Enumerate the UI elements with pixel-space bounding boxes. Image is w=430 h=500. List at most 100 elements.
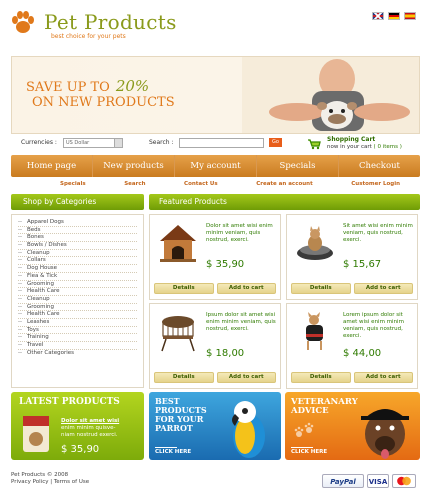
vet-click-here[interactable]: CLICK HERE bbox=[291, 449, 327, 455]
nav-home[interactable]: Home page bbox=[11, 155, 93, 177]
category-item[interactable]: Health Care bbox=[18, 288, 137, 296]
categories-list: Apparel Dogs Beds Bones Bowls / Dishes C… bbox=[11, 214, 144, 388]
product-price: $ 15,67 bbox=[343, 259, 382, 270]
flag-de-icon[interactable] bbox=[388, 12, 400, 20]
search-label: Search : bbox=[149, 139, 174, 146]
product-card: Ipsum dolor sit amet wisi enim minim ven… bbox=[149, 303, 281, 389]
nav-checkout[interactable]: Checkout bbox=[339, 155, 420, 177]
nav-new-products[interactable]: New products bbox=[93, 155, 175, 177]
subnav-customer-login[interactable]: Customer Login bbox=[351, 181, 400, 187]
main-nav: Home page New products My account Specia… bbox=[11, 155, 420, 177]
parrot-promo[interactable]: BEST PRODUCTS FOR YOUR PARROT CLICK HERE bbox=[149, 392, 281, 460]
search-go-button[interactable]: Go bbox=[269, 138, 282, 147]
parrot-title-line: PARROT bbox=[155, 423, 193, 433]
toolbar: Currencies : US Dollar Search : Go Shopp… bbox=[11, 136, 420, 152]
latest-products-promo[interactable]: LATEST PRODUCTS Dolor sit amet wisi enim… bbox=[11, 392, 144, 460]
cat-bed-image[interactable] bbox=[293, 221, 337, 265]
shopping-cart-icon[interactable] bbox=[307, 138, 321, 150]
subnav-specials[interactable]: Specials bbox=[60, 181, 86, 187]
product-description: Dolor sit amet wisi enim minim veniam, q… bbox=[206, 223, 273, 243]
parrot-click-here[interactable]: CLICK HERE bbox=[155, 449, 191, 455]
copyright-text: Pet Products © 2008 bbox=[11, 472, 69, 478]
details-button[interactable]: Details bbox=[291, 372, 351, 383]
latest-product-link[interactable]: Dolor sit amet wisi bbox=[61, 418, 141, 425]
product-price: $ 44,00 bbox=[343, 348, 382, 359]
add-to-cart-button[interactable]: Add to cart bbox=[216, 372, 276, 383]
category-item[interactable]: Dog House bbox=[18, 265, 137, 273]
category-item[interactable]: Training bbox=[18, 334, 137, 342]
language-flags bbox=[372, 12, 416, 20]
dog-house-image[interactable] bbox=[156, 221, 200, 265]
product-description: Sit amet wisi enim minim veniam, quis no… bbox=[343, 223, 413, 243]
veterinary-promo[interactable]: VETERANARY ADVICE CLICK HERE bbox=[285, 392, 420, 460]
latest-product-text-line: enim minim quisve- bbox=[61, 425, 116, 431]
chevron-down-icon[interactable] bbox=[114, 139, 122, 147]
category-item[interactable]: Grooming bbox=[18, 281, 137, 289]
banner-subline: ON NEW PRODUCTS bbox=[32, 95, 175, 110]
category-item[interactable]: Travel bbox=[18, 342, 137, 350]
category-item[interactable]: Collars bbox=[18, 257, 137, 266]
categories-header: Shop by Categories bbox=[11, 194, 144, 210]
banner-headline: SAVE UP TO 20% bbox=[26, 77, 149, 95]
add-to-cart-button[interactable]: Add to cart bbox=[216, 283, 276, 294]
site-title[interactable]: Pet Products bbox=[44, 10, 177, 34]
category-item[interactable]: Apparel Dogs bbox=[18, 219, 137, 227]
banner-percent: 20% bbox=[115, 77, 150, 95]
currency-select[interactable]: US Dollar bbox=[63, 138, 123, 148]
category-item[interactable]: Grooming bbox=[18, 304, 137, 312]
nav-specials[interactable]: Specials bbox=[257, 155, 339, 177]
category-item[interactable]: Leashes bbox=[18, 319, 137, 327]
pet-food-bag-image bbox=[23, 416, 49, 452]
parrot-image bbox=[232, 401, 265, 458]
paypal-logo: PayPal bbox=[322, 474, 364, 488]
category-item[interactable]: Toys bbox=[18, 327, 137, 335]
sub-nav: Specials Search Contact Us Create an acc… bbox=[60, 181, 400, 187]
product-price: $ 18,00 bbox=[206, 348, 245, 359]
latest-product-price: $ 35,90 bbox=[61, 444, 100, 455]
subnav-search[interactable]: Search bbox=[124, 181, 145, 187]
details-button[interactable]: Details bbox=[291, 283, 351, 294]
parrot-promo-title: BEST PRODUCTS FOR YOUR PARROT bbox=[155, 397, 207, 433]
category-item[interactable]: Bowls / Dishes bbox=[18, 242, 137, 250]
banner-save-text: SAVE UP TO bbox=[26, 80, 110, 95]
product-card: Dolor sit amet wisi enim minim veniam, q… bbox=[149, 214, 281, 300]
add-to-cart-button[interactable]: Add to cart bbox=[353, 372, 413, 383]
paw-prints-icon bbox=[294, 422, 314, 437]
currency-select-value: US Dollar bbox=[66, 140, 90, 146]
details-button[interactable]: Details bbox=[154, 372, 214, 383]
shopping-cart-title[interactable]: Shopping Cart bbox=[327, 136, 375, 143]
dog-coat-image[interactable] bbox=[293, 310, 337, 354]
product-description: Lorem ipsum dolor sit amet wisi enim min… bbox=[343, 312, 404, 339]
flag-es-icon[interactable] bbox=[404, 12, 416, 20]
currencies-label: Currencies : bbox=[21, 139, 57, 146]
subnav-create-account[interactable]: Create an account bbox=[256, 181, 312, 187]
latest-product-text-line: niam nostrud exerci. bbox=[61, 432, 118, 438]
flag-uk-icon[interactable] bbox=[372, 12, 384, 20]
bird-cage-image[interactable] bbox=[156, 310, 200, 354]
latest-products-title: LATEST PRODUCTS bbox=[19, 397, 120, 407]
category-item[interactable]: Cleanup bbox=[18, 250, 137, 258]
details-button[interactable]: Details bbox=[154, 283, 214, 294]
category-item[interactable]: Health Care bbox=[18, 311, 137, 319]
add-to-cart-button[interactable]: Add to cart bbox=[353, 283, 413, 294]
product-card: Sit amet wisi enim minim veniam, quis no… bbox=[286, 214, 418, 300]
category-item[interactable]: Other Categories bbox=[18, 350, 137, 358]
dog-with-hat-image bbox=[361, 409, 409, 459]
promo-banner[interactable]: SAVE UP TO 20% ON NEW PRODUCTS bbox=[11, 56, 420, 134]
subnav-contact[interactable]: Contact Us bbox=[184, 181, 218, 187]
site-subtitle: best choice for your pets bbox=[51, 33, 126, 40]
category-item[interactable]: Cleanup bbox=[18, 296, 137, 304]
category-item[interactable]: Bones bbox=[18, 234, 137, 243]
visa-logo: VISA bbox=[367, 474, 389, 488]
latest-product-description: Dolor sit amet wisi enim minim quisve- n… bbox=[61, 418, 141, 439]
nav-my-account[interactable]: My account bbox=[175, 155, 257, 177]
search-input[interactable] bbox=[179, 138, 264, 148]
product-card: Lorem ipsum dolor sit amet wisi enim min… bbox=[286, 303, 418, 389]
man-with-bulldog-image bbox=[242, 57, 419, 133]
cart-count[interactable]: ( 0 items ) bbox=[374, 144, 402, 150]
cart-status: now in your cart ( 0 items ) bbox=[327, 144, 402, 150]
cart-text: now in your cart bbox=[327, 144, 372, 150]
footer-links[interactable]: Privacy Policy | Terms of Use bbox=[11, 479, 89, 486]
category-item[interactable]: Beds bbox=[18, 227, 137, 235]
category-item[interactable]: Flea & Tick bbox=[18, 273, 137, 281]
